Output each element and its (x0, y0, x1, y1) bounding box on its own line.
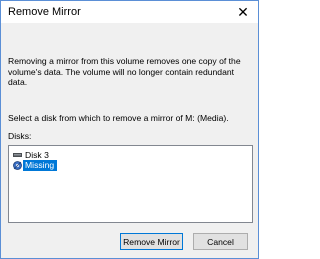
close-icon: ✕ (237, 3, 249, 20)
select-instruction-text: Select a disk from which to remove a mir… (8, 113, 229, 123)
title-bar: Remove Mirror ✕ (1, 1, 258, 23)
list-item-label: Missing (23, 160, 58, 171)
list-item-missing[interactable]: Missing (13, 160, 58, 171)
missing-disk-icon (13, 161, 22, 170)
remove-mirror-button[interactable]: Remove Mirror (120, 233, 183, 250)
cancel-button[interactable]: Cancel (193, 233, 248, 250)
disks-label: Disks: (8, 131, 32, 141)
list-item-disk-3[interactable]: Disk 3 (13, 149, 49, 160)
disk-icon (13, 152, 22, 157)
remove-mirror-dialog: Remove Mirror ✕ Removing a mirror from t… (0, 0, 259, 259)
list-item-label: Disk 3 (25, 149, 49, 160)
description-text: Removing a mirror from this volume remov… (8, 56, 241, 87)
close-button[interactable]: ✕ (228, 1, 258, 23)
window-title: Remove Mirror (8, 6, 81, 18)
disks-listbox[interactable]: Disk 3 Missing (8, 145, 253, 223)
